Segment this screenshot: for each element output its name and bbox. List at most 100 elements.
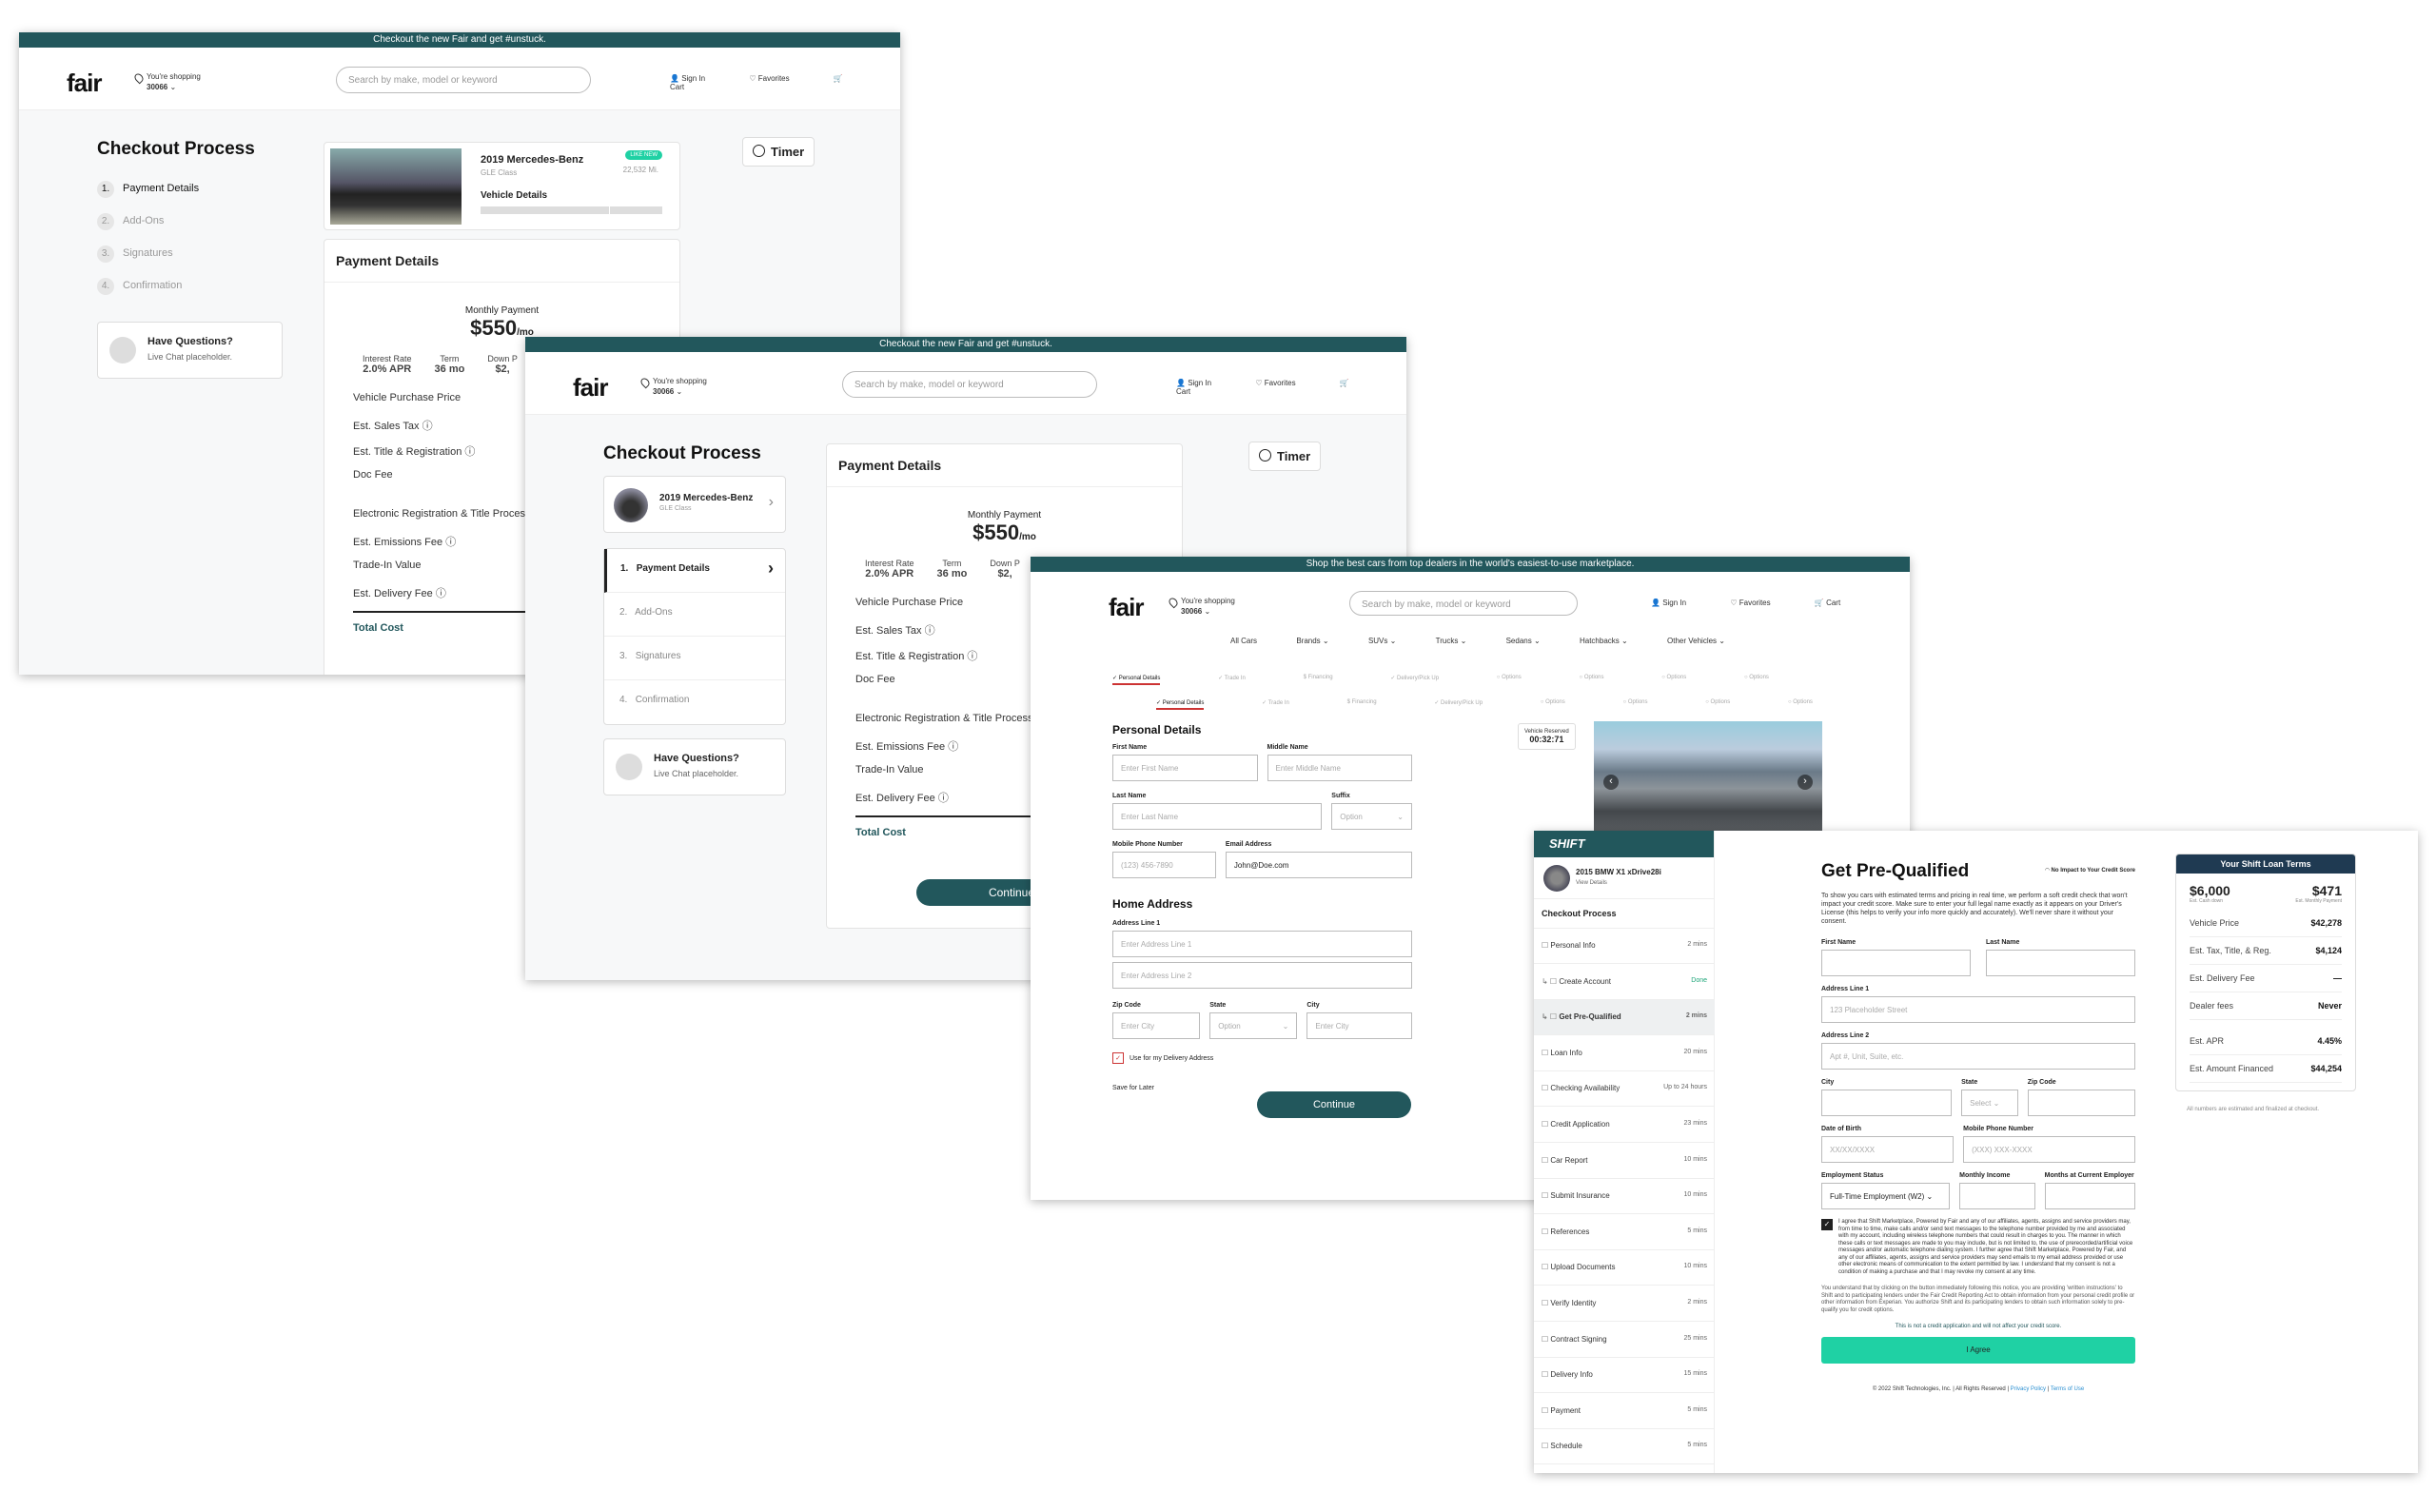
- location-selector[interactable]: You're shopping 30066 ⌄: [1167, 596, 1235, 616]
- phone-input[interactable]: (XXX) XXX-XXXX: [1963, 1136, 2135, 1163]
- promo-banner[interactable]: Checkout the new Fair and get #unstuck.: [19, 32, 900, 48]
- tab-options[interactable]: ○ Options: [1497, 675, 1522, 685]
- middle-name-input[interactable]: Enter Middle Name: [1267, 755, 1412, 781]
- shift-logo[interactable]: SHIFT: [1534, 831, 1714, 857]
- tab-personal-details[interactable]: ✓ Personal Details: [1156, 699, 1205, 710]
- live-chat-box[interactable]: Have Questions? Live Chat placeholder.: [603, 738, 786, 795]
- promo-banner[interactable]: Checkout the new Fair and get #unstuck.: [525, 337, 1406, 352]
- location-selector[interactable]: You're shopping 30066 ⌄: [132, 71, 201, 91]
- nav-other-vehicles[interactable]: Other Vehicles ⌄: [1667, 637, 1725, 645]
- carousel-next-icon[interactable]: ›: [1798, 775, 1813, 790]
- sign-in-link[interactable]: 👤 Sign In: [670, 74, 726, 83]
- timer-button[interactable]: Timer: [742, 137, 815, 167]
- zip-code-input[interactable]: [2027, 1090, 2135, 1116]
- fair-logo[interactable]: fair: [1109, 593, 1144, 622]
- search-input[interactable]: Search by make, model or keyword: [1349, 591, 1578, 616]
- shift-step-create-account[interactable]: ↳ ☐ Create Account Done: [1534, 965, 1715, 1000]
- first-name-input[interactable]: Enter First Name: [1112, 755, 1258, 781]
- i-agree-button[interactable]: I Agree: [1821, 1337, 2135, 1364]
- shift-step-upload-documents[interactable]: ☐ Upload Documents 10 mins: [1534, 1250, 1715, 1286]
- consent-checkbox[interactable]: ✓: [1821, 1219, 1833, 1230]
- dob-input[interactable]: XX/XX/XXXX: [1821, 1136, 1955, 1163]
- tab-options[interactable]: ○ Options: [1661, 675, 1686, 685]
- search-input[interactable]: Search by make, model or keyword: [336, 67, 591, 93]
- shift-step-get-pre-qualified[interactable]: ↳ ☐ Get Pre-Qualified 2 mins: [1534, 1000, 1715, 1036]
- shift-step-schedule[interactable]: ☐ Schedule 5 mins: [1534, 1429, 1715, 1465]
- last-name-input[interactable]: [1986, 950, 2135, 976]
- monthly-income-input[interactable]: [1959, 1183, 2035, 1209]
- step-payment-details[interactable]: 1. Payment Details ›: [604, 549, 785, 593]
- favorites-link[interactable]: ♡ Favorites: [1255, 379, 1316, 387]
- vehicle-card[interactable]: 2019 Mercedes-Benz GLE Class LIKE NEW 22…: [324, 142, 680, 230]
- zip-code-input[interactable]: Enter City: [1112, 1012, 1201, 1039]
- shift-step-checking-availability[interactable]: ☐ Checking Availability Up to 24 hours: [1534, 1071, 1715, 1108]
- tab-delivery[interactable]: ✓ Delivery/Pick Up: [1390, 675, 1439, 685]
- suffix-select[interactable]: Option ⌄: [1331, 803, 1412, 830]
- nav-trucks[interactable]: Trucks ⌄: [1436, 637, 1467, 645]
- shift-step-delivery-info[interactable]: ☐ Delivery Info 15 mins: [1534, 1358, 1715, 1394]
- address-line-1-input[interactable]: 123 Placeholder Street: [1821, 996, 2135, 1023]
- city-input[interactable]: [1821, 1090, 1953, 1116]
- tab-trade-in[interactable]: ✓ Trade In: [1218, 675, 1246, 685]
- months-employer-input[interactable]: [2044, 1183, 2135, 1209]
- sign-in-link[interactable]: 👤 Sign In: [1176, 379, 1232, 387]
- shift-step-personal-info[interactable]: ☐ Personal Info 2 mins: [1534, 929, 1715, 964]
- step-payment-details[interactable]: 1. Payment Details: [97, 181, 283, 198]
- step-confirmation[interactable]: 4. Confirmation: [604, 680, 785, 724]
- tab-financing[interactable]: $ Financing: [1347, 699, 1377, 710]
- sign-in-link[interactable]: 👤 Sign In: [1651, 599, 1707, 607]
- address-line-1-input[interactable]: Enter Address Line 1: [1112, 931, 1412, 957]
- shift-step-payment[interactable]: ☐ Payment 5 mins: [1534, 1394, 1715, 1429]
- tab-options[interactable]: ○ Options: [1788, 699, 1813, 710]
- favorites-link[interactable]: ♡ Favorites: [1730, 599, 1791, 607]
- nav-suvs[interactable]: SUVs ⌄: [1368, 637, 1396, 645]
- vehicle-photo-carousel[interactable]: ‹ ›: [1594, 721, 1822, 834]
- employment-select[interactable]: Full-Time Employment (W2) ⌄: [1821, 1183, 1951, 1209]
- state-select[interactable]: Option ⌄: [1209, 1012, 1298, 1039]
- shift-step-references[interactable]: ☐ References 5 mins: [1534, 1215, 1715, 1250]
- delivery-address-checkbox[interactable]: ✓ Use for my Delivery Address: [1112, 1052, 1412, 1064]
- tab-options[interactable]: ○ Options: [1744, 675, 1769, 685]
- nav-sedans[interactable]: Sedans ⌄: [1506, 637, 1541, 645]
- shift-step-verify-identity[interactable]: ☐ Verify Identity 2 mins: [1534, 1286, 1715, 1322]
- phone-input[interactable]: (123) 456-7890: [1112, 852, 1216, 878]
- favorites-link[interactable]: ♡ Favorites: [749, 74, 810, 83]
- live-chat-box[interactable]: Have Questions? Live Chat placeholder.: [97, 322, 283, 379]
- step-add-ons[interactable]: 2. Add-Ons: [97, 213, 283, 230]
- vehicle-mini-card[interactable]: 2019 Mercedes-Benz GLE Class ›: [603, 476, 786, 533]
- state-select[interactable]: Select ⌄: [1961, 1090, 2018, 1116]
- shift-step-contract-signing[interactable]: ☐ Contract Signing 25 mins: [1534, 1323, 1715, 1358]
- promo-banner[interactable]: Shop the best cars from top dealers in t…: [1031, 557, 1910, 572]
- email-input[interactable]: John@Doe.com: [1225, 852, 1412, 878]
- shift-step-loan-info[interactable]: ☐ Loan Info 20 mins: [1534, 1036, 1715, 1071]
- tab-delivery[interactable]: ✓ Delivery/Pick Up: [1434, 699, 1483, 710]
- timer-button[interactable]: Timer: [1248, 442, 1322, 471]
- fair-logo[interactable]: fair: [573, 373, 608, 403]
- step-signatures[interactable]: 3. Signatures: [97, 245, 283, 263]
- tab-personal-details[interactable]: ✓ Personal Details: [1112, 675, 1161, 685]
- address-line-2-input[interactable]: Apt #, Unit, Suite, etc.: [1821, 1043, 2135, 1070]
- shift-step-car-report[interactable]: ☐ Car Report 10 mins: [1534, 1144, 1715, 1179]
- first-name-input[interactable]: [1821, 950, 1971, 976]
- tab-options[interactable]: ○ Options: [1580, 675, 1604, 685]
- step-signatures[interactable]: 3. Signatures: [604, 637, 785, 680]
- location-selector[interactable]: You're shopping 30066 ⌄: [638, 376, 707, 396]
- shift-step-credit-application[interactable]: ☐ Credit Application 23 mins: [1534, 1108, 1715, 1143]
- shift-step-submit-insurance[interactable]: ☐ Submit Insurance 10 mins: [1534, 1179, 1715, 1215]
- tab-options[interactable]: ○ Options: [1541, 699, 1565, 710]
- tab-options[interactable]: ○ Options: [1623, 699, 1648, 710]
- city-input[interactable]: Enter City: [1306, 1012, 1412, 1039]
- privacy-link[interactable]: Privacy Policy: [2011, 1386, 2046, 1392]
- nav-all-cars[interactable]: All Cars: [1230, 637, 1257, 645]
- last-name-input[interactable]: Enter Last Name: [1112, 803, 1323, 830]
- step-add-ons[interactable]: 2. Add-Ons: [604, 593, 785, 637]
- fair-logo[interactable]: fair: [67, 69, 102, 98]
- search-input[interactable]: Search by make, model or keyword: [842, 371, 1097, 398]
- tab-financing[interactable]: $ Financing: [1304, 675, 1333, 685]
- nav-brands[interactable]: Brands ⌄: [1296, 637, 1328, 645]
- continue-button[interactable]: Continue: [1257, 1091, 1411, 1118]
- tab-trade-in[interactable]: ✓ Trade In: [1262, 699, 1289, 710]
- nav-hatchbacks[interactable]: Hatchbacks ⌄: [1580, 637, 1628, 645]
- vehicle-summary[interactable]: 2015 BMW X1 xDrive28i View Details: [1534, 857, 1714, 899]
- address-line-2-input[interactable]: Enter Address Line 2: [1112, 962, 1412, 989]
